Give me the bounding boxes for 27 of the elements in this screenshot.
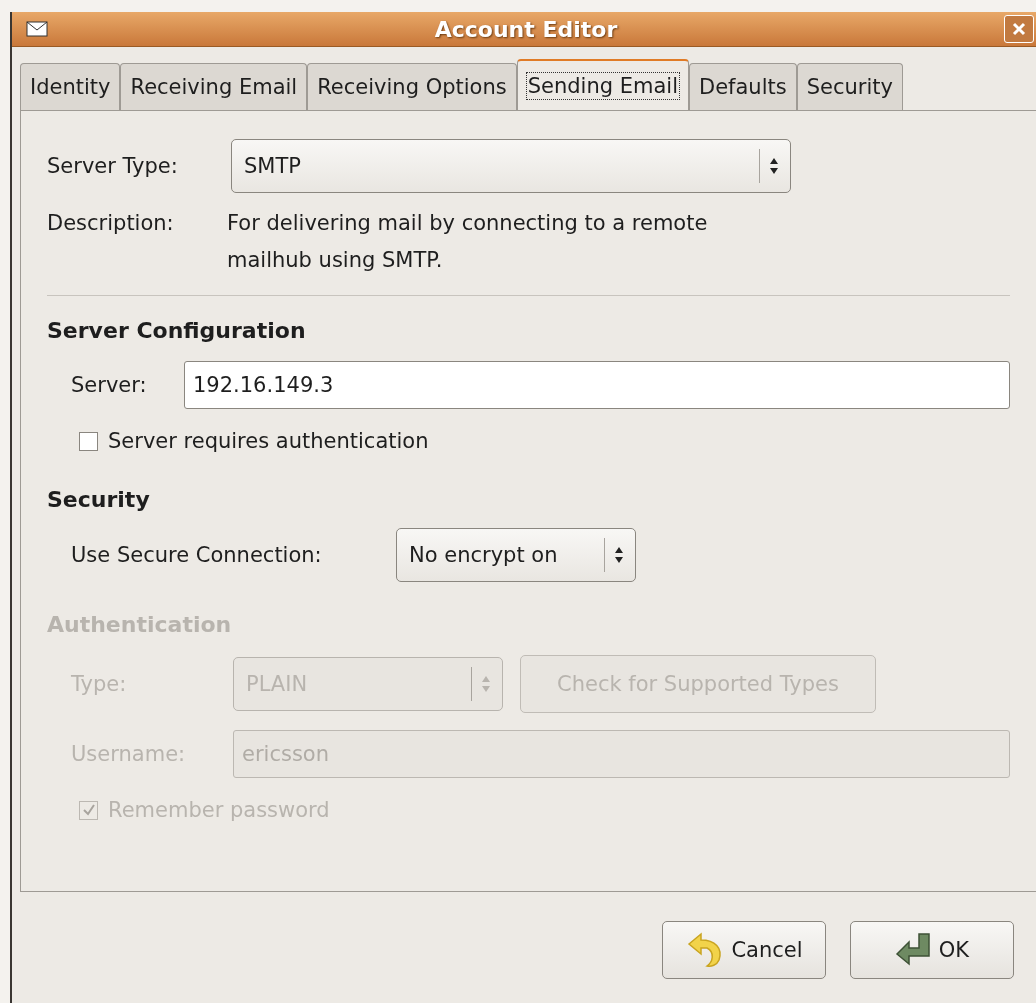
server-type-label: Server Type: (47, 154, 179, 178)
close-icon (1012, 22, 1026, 36)
section-heading: Security (47, 487, 151, 512)
tab[interactable]: Receiving Options (307, 63, 517, 110)
window-title: Account Editor (433, 16, 619, 42)
spinner-arrows-icon (613, 545, 625, 565)
cancel-button[interactable]: Cancel (662, 921, 826, 979)
secure-connection-label: Use Secure Connection: (71, 543, 323, 567)
tab[interactable]: Defaults (689, 63, 797, 110)
close-button[interactable] (1004, 15, 1034, 43)
server-field[interactable]: 192.16.149.3 (184, 361, 1010, 409)
server-label: Server: (71, 373, 148, 397)
tab[interactable]: Security (796, 63, 903, 110)
envelope-icon (26, 21, 48, 37)
description-label: Description: (47, 210, 175, 237)
spinner-arrows-icon (480, 674, 492, 694)
server-type-dropdown[interactable]: SMTP (231, 139, 791, 193)
spinner-arrows-icon (768, 156, 780, 176)
checkbox-label: Server requires authentication (108, 429, 429, 453)
encryption-dropdown[interactable]: No encrypt on (396, 528, 636, 582)
ok-button[interactable]: OK (850, 921, 1014, 979)
tab[interactable]: Sending Email (516, 59, 689, 111)
section-heading: Server Configuration (47, 318, 307, 343)
checkbox[interactable] (79, 431, 98, 451)
tab[interactable]: Receiving Email (120, 63, 308, 110)
description-text: For delivering mail by connecting to a remote mailhub using SMTP. (227, 210, 709, 274)
tab[interactable]: Identity (20, 63, 121, 110)
